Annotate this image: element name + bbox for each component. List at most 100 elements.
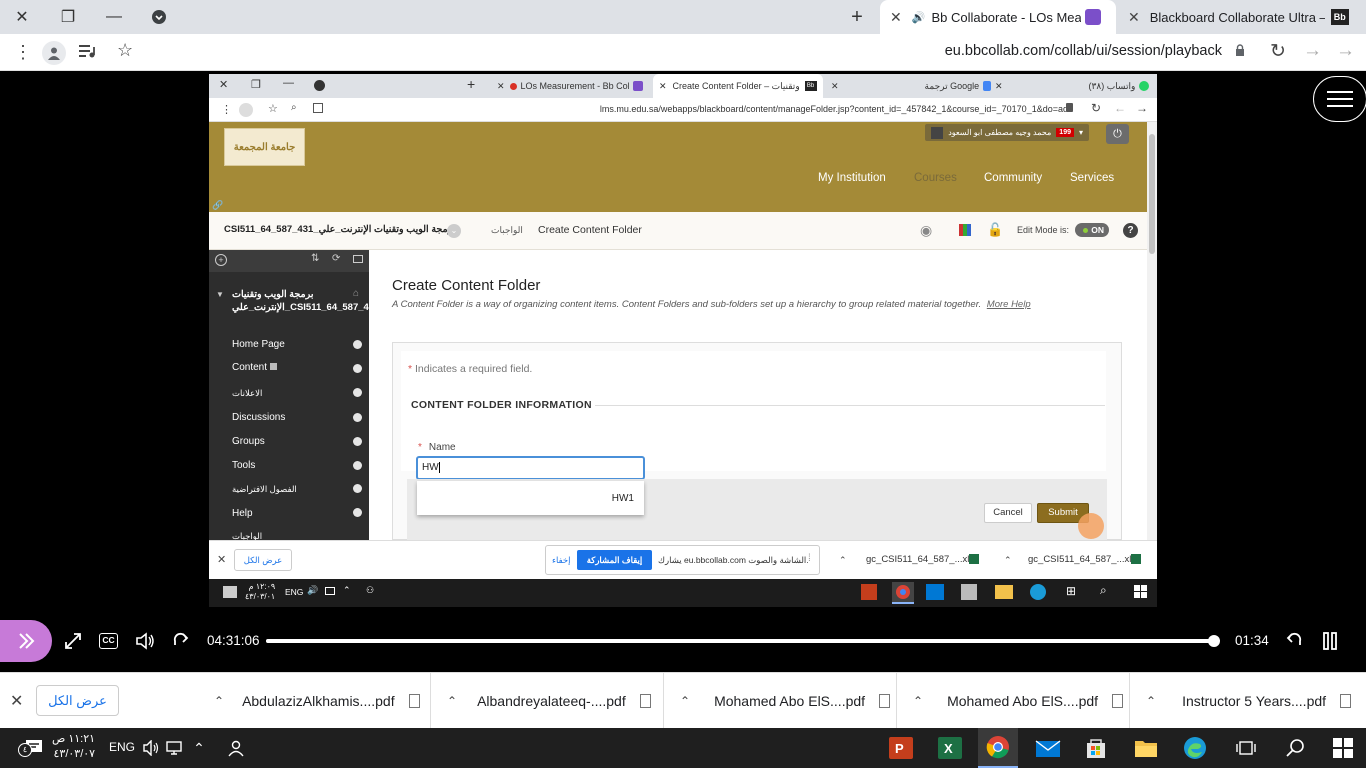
breadcrumb-section[interactable]: الواجبات [491, 225, 523, 236]
course-menu-title[interactable]: برمجة الويب وتقنيات الإنترنت_علي_CSI511_… [232, 288, 379, 314]
inner-forward-icon[interactable]: ← [1114, 101, 1126, 115]
address-bar[interactable]: eu.bbcollab.com/collab/ui/session/playba… [945, 43, 1222, 59]
inner-install-icon[interactable] [313, 103, 323, 113]
inner-zoom-icon[interactable]: ⌕ [291, 102, 297, 113]
menu-item-options-icon[interactable] [353, 484, 362, 493]
inner-minimize-icon[interactable]: — [283, 77, 294, 89]
close-tab-icon[interactable]: ✕ [831, 81, 839, 92]
hide-share-button[interactable]: إخفاء [552, 555, 571, 566]
download-item-pdf[interactable]: ⌃ Mohamed Abo ElS....pdf [664, 673, 897, 729]
close-download-bar-icon[interactable]: ✕ [217, 553, 226, 566]
search-icon[interactable] [1283, 736, 1307, 760]
inner-bookmark-star-icon[interactable]: ☆ [268, 102, 278, 115]
window-icon[interactable] [353, 255, 363, 263]
show-all-downloads-button[interactable]: عرض الكل [36, 685, 119, 716]
inner-clock[interactable]: ١٢:٠٩ م ٤٣/٠٣/٠١ [245, 582, 275, 602]
menu-item-discussions[interactable]: Discussions [232, 412, 285, 423]
name-input[interactable]: HW [416, 456, 645, 480]
nav-courses[interactable]: Courses [914, 172, 957, 184]
menu-item-help[interactable]: Help [232, 508, 253, 519]
collapse-arrow-icon[interactable]: ▼ [216, 290, 224, 299]
clock[interactable]: ١١:٢١ ص ٤٣/٠٣/٠٧ [52, 732, 95, 762]
inner-network-icon[interactable] [325, 587, 335, 595]
closed-captions-icon[interactable]: CC [99, 633, 118, 649]
close-tab-icon[interactable]: ✕ [890, 9, 902, 26]
close-download-bar-icon[interactable]: ✕ [10, 691, 23, 711]
menu-item-home-page[interactable]: Home Page [232, 339, 285, 350]
link-icon[interactable]: 🔗 [212, 200, 223, 211]
menu-item-options-icon[interactable] [353, 388, 362, 397]
close-window-icon[interactable]: ✕ [8, 4, 36, 30]
download-item-pdf[interactable]: ⌃ AbdulazizAlkhamis....pdf [198, 673, 431, 729]
close-tab-icon[interactable]: ✕ [995, 81, 1003, 92]
minimize-window-icon[interactable]: — [100, 4, 128, 30]
show-all-downloads-button[interactable]: عرض الكل [234, 549, 292, 571]
menu-item-options-icon[interactable] [353, 508, 362, 517]
download-chevron-icon[interactable]: ⌃ [1146, 694, 1156, 708]
inner-volume-icon[interactable]: 🔊 [307, 585, 318, 596]
menu-item-options-icon[interactable] [353, 461, 362, 470]
new-tab-icon[interactable]: + [843, 4, 871, 30]
cancel-button[interactable]: Cancel [984, 503, 1032, 523]
download-chevron-icon[interactable]: ⌃ [913, 694, 923, 708]
stop-sharing-button[interactable]: إيقاف المشاركة [577, 550, 652, 570]
inner-powerpoint-icon[interactable] [861, 584, 877, 600]
inner-store-icon[interactable] [961, 584, 977, 600]
pause-icon[interactable] [1322, 631, 1338, 651]
bookmark-star-icon[interactable]: ☆ [117, 40, 133, 61]
inner-chrome-icon[interactable] [892, 582, 914, 604]
file-explorer-icon[interactable] [1133, 736, 1159, 760]
nav-services[interactable]: Services [1070, 172, 1114, 184]
inner-profile-icon[interactable] [239, 103, 253, 117]
download-chevron-icon[interactable]: ⌃ [680, 694, 690, 708]
home-icon[interactable]: ⌂ [353, 288, 359, 299]
download-item-pdf[interactable]: ⌃ Albandreyalateeq-....pdf [431, 673, 664, 729]
media-queue-icon[interactable] [78, 43, 96, 59]
back-icon[interactable]: → [1336, 40, 1355, 62]
network-icon[interactable] [163, 736, 187, 760]
restore-window-icon[interactable]: ❐ [54, 4, 82, 30]
inner-back-icon[interactable]: → [1136, 101, 1148, 115]
student-preview-eye-icon[interactable]: ◉ [920, 222, 932, 239]
inner-language-indicator[interactable]: ENG [285, 587, 303, 597]
chrome-icon[interactable] [978, 728, 1018, 768]
mail-icon[interactable] [1034, 736, 1062, 760]
edge-icon[interactable] [1183, 736, 1207, 760]
menu-item-options-icon[interactable] [353, 340, 362, 349]
refresh-icon[interactable]: ⟳ [332, 253, 340, 264]
inner-tab-1[interactable]: ✕ LOs Measurement - Bb Colla [491, 74, 651, 98]
session-menu-button[interactable] [1313, 76, 1366, 122]
collaborate-panel-toggle[interactable] [0, 620, 52, 662]
notification-center-icon[interactable] [223, 586, 237, 598]
inner-restore-icon[interactable]: ❐ [251, 78, 261, 91]
inner-search-icon[interactable]: ⌕ [1100, 583, 1107, 598]
inner-mail-icon[interactable] [926, 584, 944, 600]
add-menu-item-icon[interactable]: + [215, 254, 227, 266]
menu-item-tools[interactable]: Tools [232, 460, 255, 471]
menu-item-options-icon[interactable] [353, 437, 362, 446]
inner-tab-4[interactable]: ✕ (٣٨) واتساب [989, 74, 1157, 98]
tab-search-icon[interactable] [145, 4, 173, 30]
close-tab-icon[interactable]: ✕ [497, 81, 505, 92]
inner-close-window-icon[interactable]: ✕ [219, 78, 228, 91]
menu-item-options-icon[interactable] [353, 364, 362, 373]
menu-item-groups[interactable]: Groups [232, 436, 265, 447]
more-help-link[interactable]: More Help [987, 299, 1031, 310]
edit-mode-toggle[interactable]: ON [1075, 223, 1109, 237]
people-icon[interactable] [223, 736, 247, 760]
close-tab-icon[interactable]: ✕ [1128, 9, 1140, 26]
inner-tab-3[interactable]: ✕ ترجمة Google [825, 74, 997, 98]
task-view-icon[interactable] [1234, 736, 1258, 760]
progress-track[interactable] [266, 635, 1221, 647]
profile-icon[interactable] [42, 41, 66, 65]
excel-icon[interactable]: X [937, 736, 963, 760]
menu-item-virtual-classes[interactable]: الفصول الافتراضية [232, 484, 297, 495]
download-chevron-icon[interactable]: ⌃ [1004, 555, 1012, 566]
store-icon[interactable] [1084, 736, 1108, 760]
progress-knob[interactable] [1208, 635, 1221, 647]
download-item-xls[interactable]: gc_CSI511_64_587_...xls [866, 554, 974, 565]
unlock-icon[interactable]: 🔓 [987, 222, 1003, 238]
scroll-thumb[interactable] [1149, 134, 1155, 254]
inner-tab-2[interactable]: ✕ Create Content Folder – وتقنيات Bb [653, 74, 823, 98]
skip-forward-icon[interactable] [171, 631, 191, 651]
